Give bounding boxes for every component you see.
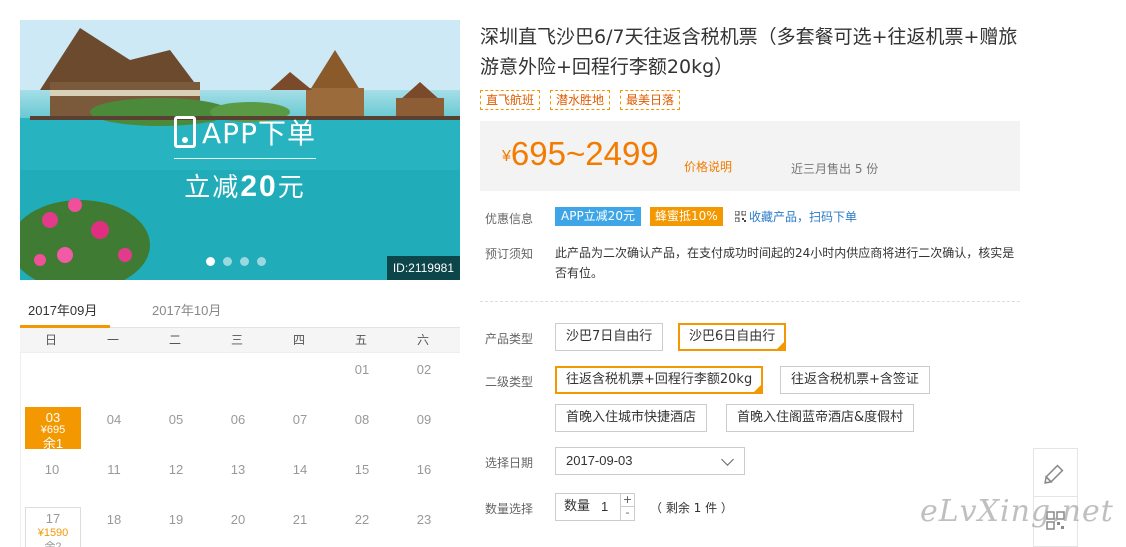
- promo-honey-badge: 蜂蜜抵10%: [650, 207, 723, 226]
- carousel-dot[interactable]: [206, 257, 215, 266]
- booking-notice: 此产品为二次确认产品，在支付成功时间起的24小时内供应商将进行二次确认，核实是否…: [555, 246, 1015, 280]
- quantity-label: 数量选择: [485, 502, 534, 516]
- date-select[interactable]: 2017-09-03: [555, 447, 745, 475]
- tag-direct-flight: 直飞航班: [480, 90, 541, 110]
- calendar-month-tabs: 2017年09月 2017年10月: [20, 292, 460, 328]
- price-range: 695~2499: [510, 135, 659, 172]
- tag-sunset: 最美日落: [620, 90, 681, 110]
- date-label: 选择日期: [485, 456, 534, 470]
- date-value: 2017-09-03: [566, 453, 633, 468]
- app-promo-badge: APP下单 立减20元: [160, 112, 330, 204]
- weekday-label: 一: [106, 333, 119, 347]
- calendar-day: 09: [416, 412, 432, 427]
- product-id-tag: ID:2119981: [386, 256, 460, 280]
- promo-label: 优惠信息: [485, 212, 534, 226]
- calendar-day: 04: [106, 412, 122, 427]
- day-remaining: 余1: [42, 436, 64, 451]
- calendar-day: 12: [168, 462, 184, 477]
- app-promo-divider: [174, 158, 316, 159]
- calendar-day: 07: [292, 412, 308, 427]
- calendar-day: 02: [416, 362, 432, 377]
- calendar-day: 22: [354, 512, 370, 527]
- quantity-decrement-button[interactable]: -: [620, 507, 634, 520]
- calendar-day: 05: [168, 412, 184, 427]
- notice-label: 预订须知: [485, 247, 534, 261]
- carousel-dot[interactable]: [223, 257, 232, 266]
- calendar-day: 23: [416, 512, 432, 527]
- day-number: 17: [45, 511, 61, 526]
- day-remaining: 余2: [44, 541, 62, 547]
- option-sabah-7day[interactable]: 沙巴7日自由行: [555, 323, 664, 351]
- calendar-day: 20: [230, 512, 246, 527]
- qr-code-icon: [735, 211, 746, 222]
- weekday-label: 六: [416, 333, 429, 347]
- calendar-grid: 01 02 03 ¥695 余1 04 05 06 07 08 09 10 11 12 13 14 15 16 17…: [20, 353, 460, 547]
- weekday-label: 日: [44, 333, 57, 347]
- feedback-button[interactable]: [1034, 449, 1077, 497]
- calendar-day[interactable]: 03 ¥695 余1: [25, 407, 81, 451]
- product-title: 深圳直飞沙巴6/7天往返含税机票（多套餐可选+往返机票+赠旅游意外险+回程行李额…: [480, 26, 1018, 78]
- option-ticket-luggage[interactable]: 往返含税机票+回程行李额20kg: [555, 366, 764, 399]
- calendar-day: 14: [292, 462, 308, 477]
- calendar-day: 16: [416, 462, 432, 477]
- tag-diving: 潜水胜地: [550, 90, 611, 110]
- product-tags: 直飞航班 潜水胜地 最美日落: [480, 90, 681, 110]
- option-city-hotel[interactable]: 首晚入住城市快捷酒店: [555, 404, 708, 432]
- option-ticket-visa[interactable]: 往返含税机票+含签证: [780, 366, 930, 394]
- tab-month-oct[interactable]: 2017年10月: [152, 300, 221, 319]
- pencil-icon: [1044, 464, 1064, 484]
- calendar-day: [145, 353, 207, 403]
- calendar-day: 19: [168, 512, 184, 527]
- calendar-day: [83, 353, 145, 403]
- calendar-day: 21: [292, 512, 308, 527]
- weekday-label: 四: [292, 333, 305, 347]
- quantity-input[interactable]: 1: [601, 494, 608, 520]
- phone-icon: [174, 116, 197, 148]
- price-currency: ¥: [502, 148, 511, 165]
- product-banner[interactable]: APP下单 立减20元 ID:2119981: [20, 20, 460, 280]
- calendar-day: 06: [230, 412, 246, 427]
- app-promo-subtitle: 立减20元: [184, 170, 306, 203]
- price-note-link[interactable]: 价格说明: [684, 158, 732, 175]
- calendar-day: 13: [230, 462, 246, 477]
- quantity-stepper: 数量 1 + -: [555, 493, 635, 521]
- calendar: 日 一 二 三 四 五 六 01 02 03 ¥695 余1 04 05 06 07 08 09 10 11 12 13…: [20, 328, 460, 547]
- carousel-dots: [206, 257, 266, 266]
- chevron-down-icon: [721, 453, 734, 466]
- day-price: ¥1590: [37, 527, 69, 539]
- sub-type-label: 二级类型: [485, 375, 534, 389]
- divider: [480, 301, 1020, 302]
- calendar-day: [21, 353, 83, 403]
- calendar-day: 10: [44, 462, 60, 477]
- tab-month-sep[interactable]: 2017年09月: [28, 300, 97, 319]
- calendar-day: [269, 353, 331, 403]
- calendar-day: 11: [107, 462, 121, 477]
- watermark: eLvXing.net: [920, 494, 1114, 529]
- remaining-stock: （ 剩余 1 件 ）: [650, 501, 733, 515]
- carousel-dot[interactable]: [240, 257, 249, 266]
- weekday-label: 二: [168, 333, 181, 347]
- calendar-day: 01: [354, 362, 370, 377]
- price-box: ¥695~2499 价格说明 近三月售出 5 份: [480, 121, 1020, 191]
- weekday-label: 五: [354, 333, 367, 347]
- sold-count: 近三月售出 5 份: [791, 162, 879, 176]
- option-sabah-6day[interactable]: 沙巴6日自由行: [678, 323, 787, 356]
- day-number: 03: [45, 410, 61, 425]
- favorite-scan-link[interactable]: 收藏产品，扫码下单: [735, 208, 857, 225]
- calendar-weekday-header: 日一二三四五六: [20, 328, 460, 353]
- weekday-label: 三: [230, 333, 243, 347]
- calendar-day: 08: [354, 412, 370, 427]
- app-promo-title: APP下单: [202, 117, 316, 150]
- favorite-scan-label: 收藏产品，扫码下单: [749, 210, 858, 224]
- promo-app-badge: APP立减20元: [555, 207, 641, 226]
- calendar-day[interactable]: 17 ¥1590 余2: [25, 507, 81, 547]
- calendar-day: 15: [354, 462, 370, 477]
- product-type-label: 产品类型: [485, 332, 534, 346]
- price: ¥695~2499: [502, 135, 659, 173]
- carousel-dot[interactable]: [257, 257, 266, 266]
- calendar-day: [207, 353, 269, 403]
- quantity-field-label: 数量: [564, 499, 591, 514]
- calendar-day: 18: [106, 512, 122, 527]
- option-resort-hotel[interactable]: 首晚入住阁蓝帝酒店&度假村: [726, 404, 915, 432]
